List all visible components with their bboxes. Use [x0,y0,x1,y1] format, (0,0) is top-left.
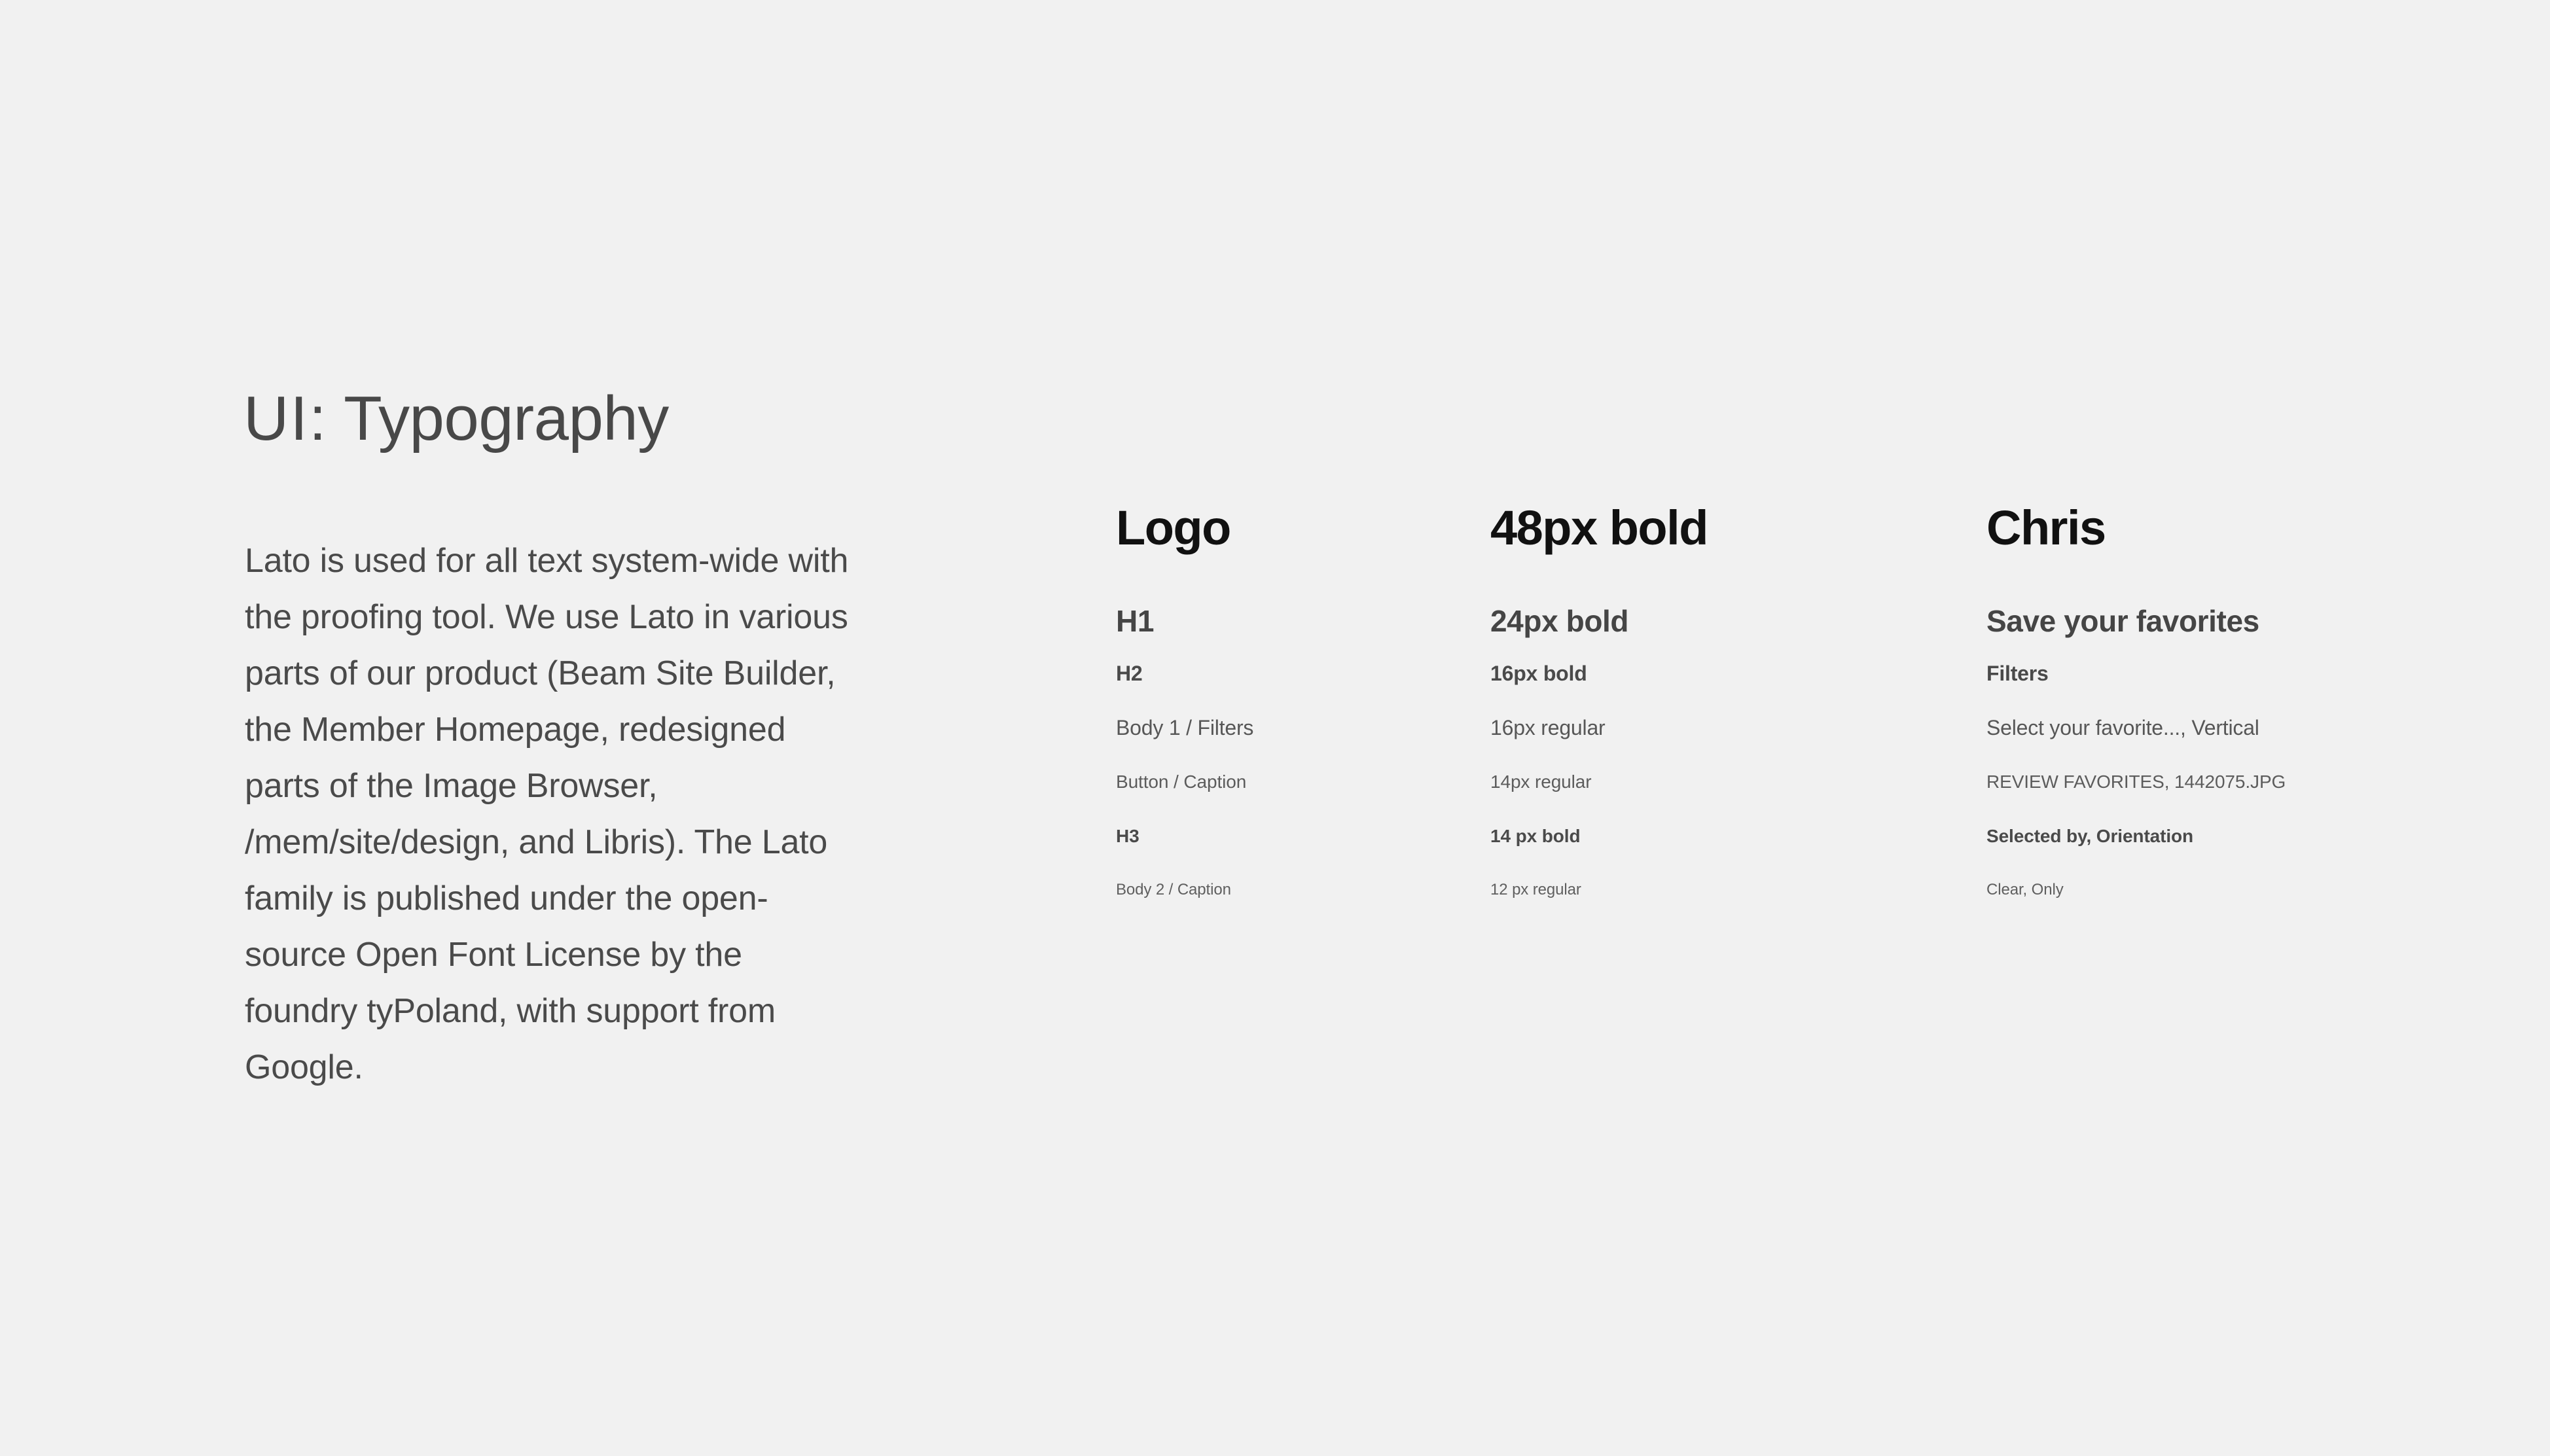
specimen-size-spec-body2: 12 px regular [1490,881,1581,898]
specimen-size-spec-h3: 14 px bold [1490,826,1581,846]
specimen-style-name-body1: Body 1 / Filters [1116,716,1254,739]
specimen-style-name-h1: H1 [1116,604,1155,638]
specimen-sample-button: REVIEW FAVORITES, 1442075.JPG [1986,772,2286,792]
specimen-sample-h3: Selected by, Orientation [1986,826,2194,846]
specimen-sample-body2: Clear, Only [1986,881,2064,898]
specimen-sample-logo: Chris [1986,501,2106,555]
specimen-style-name-button: Button / Caption [1116,772,1247,792]
specimen-size-spec-h2: 16px bold [1490,662,1587,685]
specimen-sample-body1: Select your favorite..., Vertical [1986,716,2259,739]
specimen-size-spec-h1: 24px bold [1490,604,1629,638]
specimen-style-name-h2: H2 [1116,662,1143,685]
typography-specimen-page: UI: Typography Lato is used for all text… [0,0,2550,1456]
specimen-size-spec-button: 14px regular [1490,772,1592,792]
type-specimen-table: Logo H1 H2 Body 1 / Filters Button / Cap… [0,0,2550,1456]
specimen-size-spec-logo: 48px bold [1490,501,1708,555]
specimen-sample-h2: Filters [1986,662,2049,685]
specimen-size-spec-body1: 16px regular [1490,716,1606,739]
specimen-style-name-logo: Logo [1116,501,1231,555]
specimen-style-name-h3: H3 [1116,826,1140,846]
specimen-sample-h1: Save your favorites [1986,604,2259,638]
specimen-style-name-body2: Body 2 / Caption [1116,881,1231,898]
